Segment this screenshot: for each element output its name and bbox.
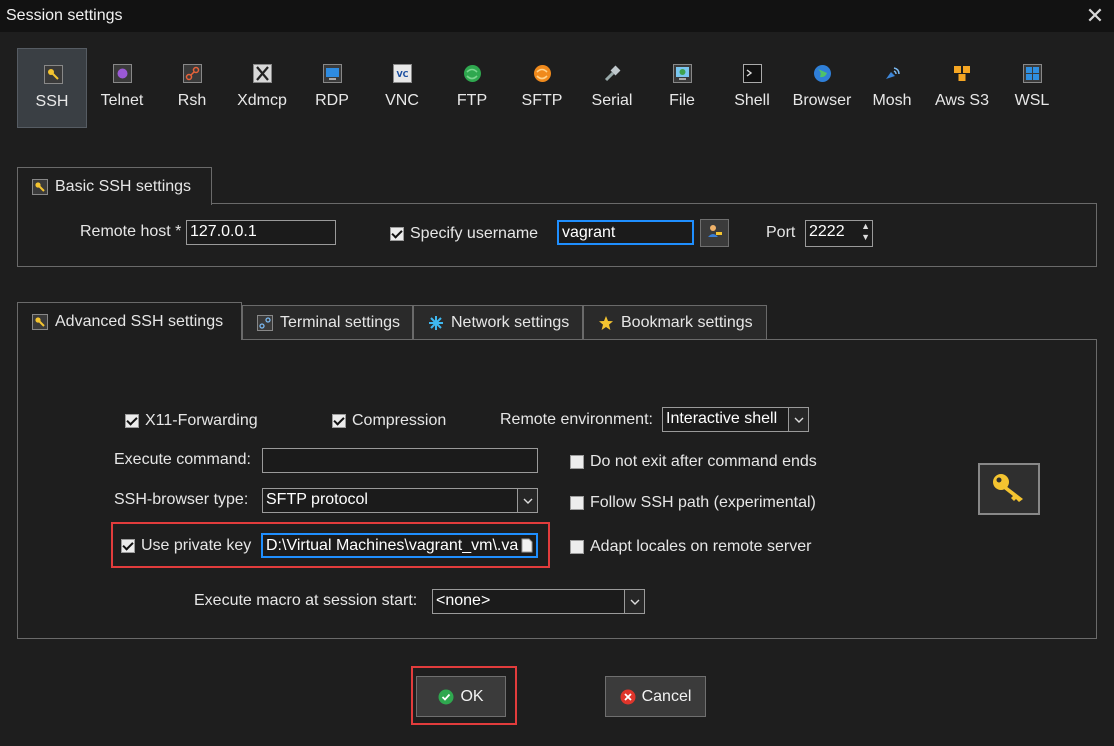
ok-button-label: OK <box>460 687 484 705</box>
tab-bookmark-settings[interactable]: Bookmark settings <box>583 305 767 340</box>
window-title: Session settings <box>6 7 123 24</box>
sftp-icon <box>533 64 552 83</box>
session-type-telnet[interactable]: Telnet <box>87 48 157 128</box>
key-icon <box>32 313 48 330</box>
use-private-key-label: Use private key <box>141 537 252 554</box>
execute-macro-select[interactable]: <none> <box>432 589 645 614</box>
session-type-vnc[interactable]: VC VNC <box>367 48 437 128</box>
ssh-browser-type-value: SFTP protocol <box>266 491 368 508</box>
remote-host-input[interactable]: 127.0.0.1 <box>186 220 336 245</box>
x11-forwarding-label: X11-Forwarding <box>145 412 258 429</box>
tab-terminal-settings[interactable]: Terminal settings <box>242 305 413 340</box>
execute-macro-value: <none> <box>436 592 491 609</box>
cancel-button-label: Cancel <box>641 687 692 705</box>
session-type-rdp[interactable]: RDP <box>297 48 367 128</box>
user-icon <box>707 223 723 244</box>
user-manager-button[interactable] <box>700 219 729 247</box>
vnc-icon: VC <box>393 64 412 83</box>
port-spinner[interactable]: ▲ ▼ <box>861 221 870 243</box>
adapt-locales-checkbox[interactable] <box>570 540 584 554</box>
remote-environment-select[interactable]: Interactive shell <box>662 407 809 432</box>
file-browse-icon[interactable] <box>521 538 533 556</box>
private-key-path-value: D:\Virtual Machines\vagrant_vm\.va <box>266 537 519 554</box>
network-icon <box>428 315 444 331</box>
shell-icon <box>743 64 762 83</box>
check-circle-icon <box>438 689 454 705</box>
session-type-sftp[interactable]: SFTP <box>507 48 577 128</box>
title-bar <box>0 0 1114 32</box>
rdp-icon <box>323 64 342 83</box>
session-type-ftp[interactable]: FTP <box>437 48 507 128</box>
session-type-shell[interactable]: Shell <box>717 48 787 128</box>
chevron-down-icon <box>788 408 808 431</box>
key-manager-button[interactable] <box>978 463 1040 515</box>
close-icon: ✕ <box>1085 3 1105 28</box>
do-not-exit-checkbox[interactable] <box>570 455 584 469</box>
ssh-browser-type-select[interactable]: SFTP protocol <box>262 488 538 513</box>
adapt-locales-label: Adapt locales on remote server <box>590 538 812 555</box>
session-type-wsl[interactable]: WSL <box>997 48 1067 128</box>
session-type-serial[interactable]: Serial <box>577 48 647 128</box>
ftp-icon <box>463 64 482 83</box>
execute-command-input[interactable] <box>262 448 538 473</box>
terminal-icon <box>257 315 273 331</box>
execute-macro-label: Execute macro at session start: <box>194 592 418 609</box>
use-private-key-checkbox[interactable] <box>121 539 135 553</box>
session-type-aws-s3[interactable]: Aws S3 <box>927 48 997 128</box>
follow-ssh-path-checkbox[interactable] <box>570 496 584 510</box>
specify-username-checkbox[interactable] <box>390 227 404 241</box>
remote-host-label: Remote host * <box>80 223 182 240</box>
telnet-icon <box>113 64 132 83</box>
svg-text:VC: VC <box>396 70 408 79</box>
session-type-browser[interactable]: Browser <box>787 48 857 128</box>
tab-label: Network settings <box>451 314 570 331</box>
star-icon <box>598 315 614 331</box>
file-icon <box>673 64 692 83</box>
xdmcp-icon <box>253 64 272 83</box>
session-type-xdmcp[interactable]: Xdmcp <box>227 48 297 128</box>
compression-checkbox[interactable] <box>332 414 346 428</box>
tab-label: Advanced SSH settings <box>55 312 224 330</box>
tab-label: Bookmark settings <box>621 314 753 331</box>
aws-s3-icon <box>953 64 972 83</box>
tab-network-settings[interactable]: Network settings <box>413 305 583 340</box>
session-type-ssh[interactable]: SSH <box>17 48 87 128</box>
follow-ssh-path-label: Follow SSH path (experimental) <box>590 494 816 511</box>
ssh-browser-type-label: SSH-browser type: <box>114 491 249 508</box>
username-input[interactable]: vagrant <box>557 220 694 245</box>
do-not-exit-label: Do not exit after command ends <box>590 453 817 470</box>
compression-label: Compression <box>352 412 447 429</box>
key-icon <box>991 471 1027 508</box>
private-key-path-input[interactable]: D:\Virtual Machines\vagrant_vm\.va <box>261 533 538 558</box>
port-value: 2222 <box>809 223 845 240</box>
session-type-mosh[interactable]: Mosh <box>857 48 927 128</box>
x11-forwarding-checkbox[interactable] <box>125 414 139 428</box>
tab-label: Basic SSH settings <box>55 177 192 195</box>
key-icon <box>32 178 48 195</box>
ssh-key-icon <box>44 65 63 84</box>
ok-button[interactable]: OK <box>416 676 506 717</box>
tab-advanced-ssh-settings[interactable]: Advanced SSH settings <box>17 302 242 340</box>
close-button[interactable]: ✕ <box>1076 0 1114 32</box>
specify-username-label: Specify username <box>410 225 539 242</box>
port-label: Port <box>766 224 796 241</box>
serial-icon <box>603 64 622 83</box>
remote-environment-label: Remote environment: <box>500 411 653 428</box>
chevron-down-icon <box>624 590 644 613</box>
execute-command-label: Execute command: <box>114 451 251 468</box>
session-type-rsh[interactable]: Rsh <box>157 48 227 128</box>
mosh-icon <box>883 64 902 83</box>
session-type-file[interactable]: File <box>647 48 717 128</box>
remote-environment-value: Interactive shell <box>666 410 778 427</box>
cancel-button[interactable]: Cancel <box>605 676 706 717</box>
chevron-down-icon <box>517 489 537 512</box>
tab-label: Terminal settings <box>280 314 401 331</box>
cancel-circle-icon <box>620 689 636 705</box>
tab-basic-ssh-settings[interactable]: Basic SSH settings <box>17 167 212 205</box>
rsh-icon <box>183 64 202 83</box>
wsl-icon <box>1023 64 1042 83</box>
port-input[interactable]: 2222 ▲ ▼ <box>805 220 873 247</box>
browser-icon <box>813 64 832 83</box>
